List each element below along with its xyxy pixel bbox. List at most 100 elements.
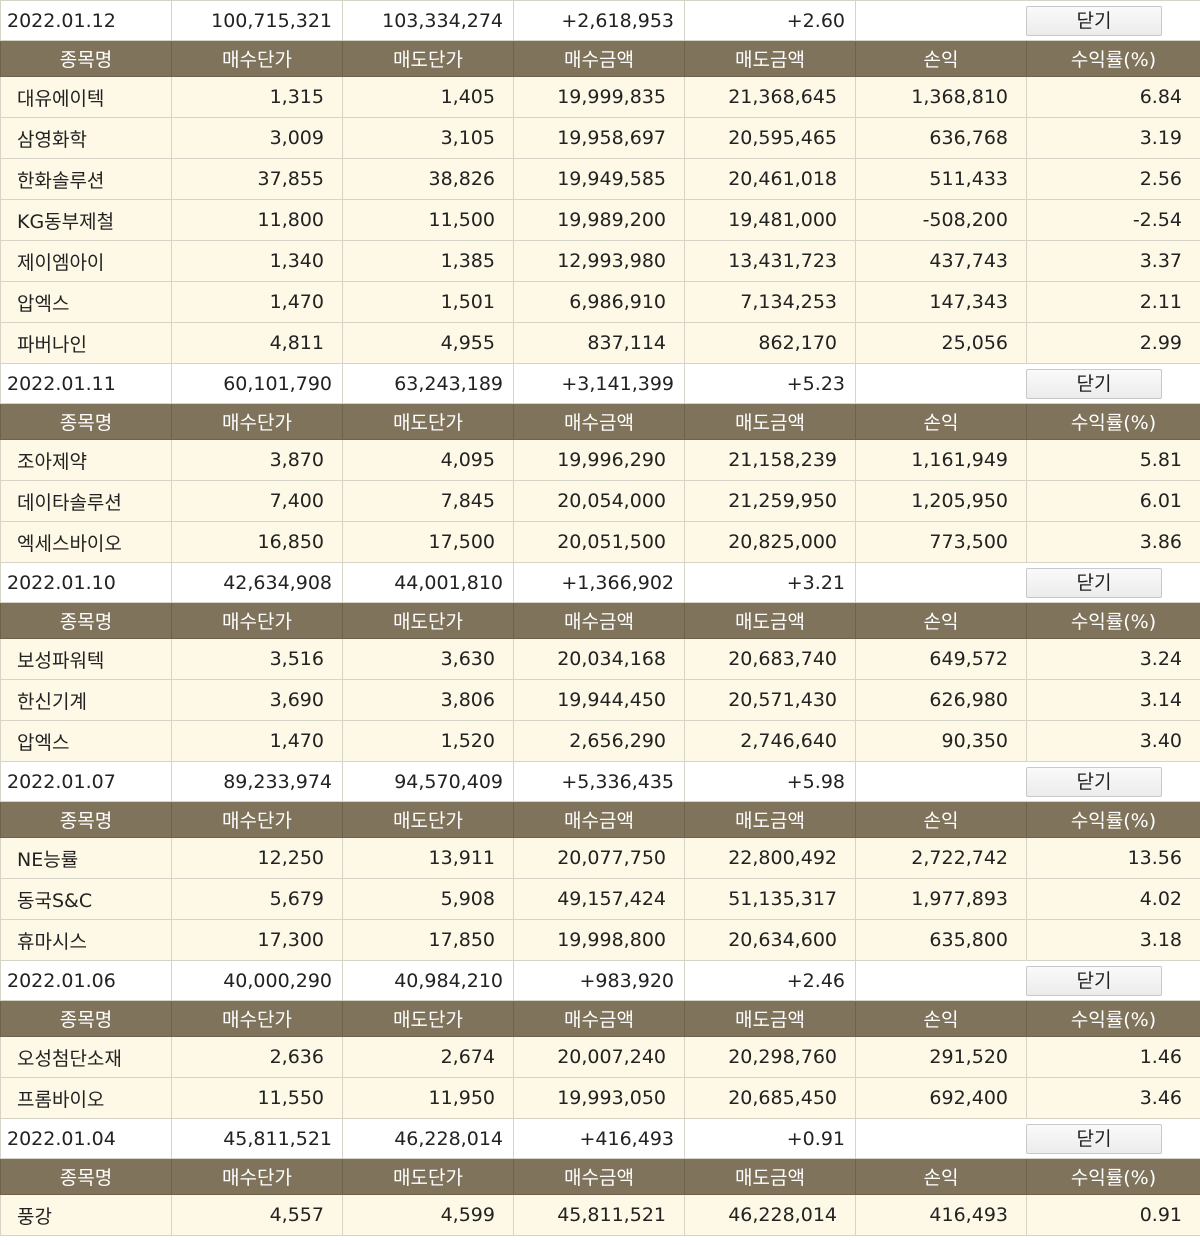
stock-name: 대유에이텍 bbox=[0, 76, 172, 118]
profit-rate: 4.02 bbox=[1026, 878, 1200, 920]
column-header: 매수금액 bbox=[513, 40, 685, 77]
sell-price: 5,908 bbox=[342, 878, 514, 920]
buy-amount: 19,996,290 bbox=[513, 439, 685, 481]
buy-price: 3,009 bbox=[171, 117, 343, 159]
column-header: 매도단가 bbox=[342, 403, 514, 440]
close-button[interactable]: 닫기 bbox=[1026, 965, 1162, 996]
column-header: 매도금액 bbox=[684, 1158, 856, 1195]
profit-loss: 291,520 bbox=[855, 1036, 1027, 1078]
sell-price: 4,955 bbox=[342, 322, 514, 364]
column-header: 손익 bbox=[855, 602, 1027, 639]
stock-name: 엑세스바이오 bbox=[0, 521, 172, 563]
buy-price: 4,811 bbox=[171, 322, 343, 364]
sell-price: 3,630 bbox=[342, 638, 514, 680]
column-header: 매도금액 bbox=[684, 403, 856, 440]
sell-amount: 51,135,317 bbox=[684, 878, 856, 920]
profit-loss: 773,500 bbox=[855, 521, 1027, 563]
sell-amount: 862,170 bbox=[684, 322, 856, 364]
stock-row: 조아제약 3,870 4,095 19,996,290 21,158,239 1,161,… bbox=[0, 439, 1200, 481]
day-summary-row: 2022.01.07 89,233,974 94,570,409 +5,336,435… bbox=[0, 761, 1200, 802]
trade-date: 2022.01.12 bbox=[0, 0, 172, 41]
profit-rate: 3.37 bbox=[1026, 240, 1200, 282]
profit-loss: 1,977,893 bbox=[855, 878, 1027, 920]
column-header: 매수단가 bbox=[171, 1158, 343, 1195]
close-cell: 닫기 bbox=[855, 761, 1200, 802]
sell-amount: 19,481,000 bbox=[684, 199, 856, 241]
column-header-row: 종목명 매수단가 매도단가 매수금액 매도금액 손익 수익률(%) bbox=[0, 801, 1200, 838]
sell-total: 44,001,810 bbox=[342, 562, 514, 603]
stock-name: 삼영화학 bbox=[0, 117, 172, 159]
column-header: 수익률(%) bbox=[1026, 403, 1200, 440]
column-header: 매수단가 bbox=[171, 403, 343, 440]
sell-price: 17,500 bbox=[342, 521, 514, 563]
column-header: 매도금액 bbox=[684, 602, 856, 639]
column-header: 매수금액 bbox=[513, 801, 685, 838]
sell-price: 1,501 bbox=[342, 281, 514, 323]
sell-amount: 20,298,760 bbox=[684, 1036, 856, 1078]
profit-rate: 3.19 bbox=[1026, 117, 1200, 159]
sell-amount: 20,685,450 bbox=[684, 1077, 856, 1119]
column-header: 매도단가 bbox=[342, 40, 514, 77]
buy-amount: 12,993,980 bbox=[513, 240, 685, 282]
buy-amount: 45,811,521 bbox=[513, 1194, 685, 1236]
sell-amount: 20,595,465 bbox=[684, 117, 856, 159]
day-summary-row: 2022.01.12 100,715,321 103,334,274 +2,618,9… bbox=[0, 0, 1200, 41]
buy-amount: 20,007,240 bbox=[513, 1036, 685, 1078]
sell-amount: 2,746,640 bbox=[684, 720, 856, 762]
stock-name: NE능률 bbox=[0, 837, 172, 879]
column-header-row: 종목명 매수단가 매도단가 매수금액 매도금액 손익 수익률(%) bbox=[0, 1000, 1200, 1037]
buy-price: 4,557 bbox=[171, 1194, 343, 1236]
profit-total: +1,366,902 bbox=[513, 562, 685, 603]
close-button[interactable]: 닫기 bbox=[1026, 368, 1162, 399]
column-header: 수익률(%) bbox=[1026, 1158, 1200, 1195]
profit-loss: 416,493 bbox=[855, 1194, 1027, 1236]
buy-total: 45,811,521 bbox=[171, 1118, 343, 1159]
column-header: 매도금액 bbox=[684, 40, 856, 77]
close-button[interactable]: 닫기 bbox=[1026, 5, 1162, 36]
buy-amount: 19,998,800 bbox=[513, 919, 685, 961]
stock-name: 한화솔루션 bbox=[0, 158, 172, 200]
close-button[interactable]: 닫기 bbox=[1026, 766, 1162, 797]
buy-price: 37,855 bbox=[171, 158, 343, 200]
profit-rate: -2.54 bbox=[1026, 199, 1200, 241]
profit-loss: 1,205,950 bbox=[855, 480, 1027, 522]
buy-amount: 6,986,910 bbox=[513, 281, 685, 323]
column-header: 손익 bbox=[855, 1000, 1027, 1037]
profit-rate-total: +3.21 bbox=[684, 562, 856, 603]
profit-rate: 3.18 bbox=[1026, 919, 1200, 961]
stock-row: 엑세스바이오 16,850 17,500 20,051,500 20,825,000 77… bbox=[0, 521, 1200, 563]
profit-rate-total: +5.23 bbox=[684, 363, 856, 404]
column-header: 매도단가 bbox=[342, 1000, 514, 1037]
trade-date: 2022.01.07 bbox=[0, 761, 172, 802]
buy-price: 1,315 bbox=[171, 76, 343, 118]
stock-row: 데이타솔루션 7,400 7,845 20,054,000 21,259,950 1,20… bbox=[0, 480, 1200, 522]
sell-amount: 13,431,723 bbox=[684, 240, 856, 282]
sell-price: 17,850 bbox=[342, 919, 514, 961]
column-header: 매수금액 bbox=[513, 1000, 685, 1037]
buy-total: 40,000,290 bbox=[171, 960, 343, 1001]
sell-amount: 46,228,014 bbox=[684, 1194, 856, 1236]
stock-row: 한화솔루션 37,855 38,826 19,949,585 20,461,018 511… bbox=[0, 158, 1200, 200]
stock-row: 프롬바이오 11,550 11,950 19,993,050 20,685,450 692… bbox=[0, 1077, 1200, 1119]
column-header: 종목명 bbox=[0, 40, 172, 77]
profit-total: +5,336,435 bbox=[513, 761, 685, 802]
profit-rate-total: +2.60 bbox=[684, 0, 856, 41]
buy-price: 3,870 bbox=[171, 439, 343, 481]
close-button[interactable]: 닫기 bbox=[1026, 567, 1162, 598]
sell-price: 4,095 bbox=[342, 439, 514, 481]
sell-price: 11,500 bbox=[342, 199, 514, 241]
sell-amount: 20,683,740 bbox=[684, 638, 856, 680]
profit-loss: 90,350 bbox=[855, 720, 1027, 762]
trade-date: 2022.01.11 bbox=[0, 363, 172, 404]
trade-table: 2022.01.12 100,715,321 103,334,274 +2,618,9… bbox=[0, 0, 1200, 1236]
close-button[interactable]: 닫기 bbox=[1026, 1123, 1162, 1154]
stock-name: 프롬바이오 bbox=[0, 1077, 172, 1119]
buy-amount: 49,157,424 bbox=[513, 878, 685, 920]
column-header: 종목명 bbox=[0, 1158, 172, 1195]
buy-price: 12,250 bbox=[171, 837, 343, 879]
column-header: 종목명 bbox=[0, 602, 172, 639]
column-header-row: 종목명 매수단가 매도단가 매수금액 매도금액 손익 수익률(%) bbox=[0, 403, 1200, 440]
close-cell: 닫기 bbox=[855, 960, 1200, 1001]
sell-total: 46,228,014 bbox=[342, 1118, 514, 1159]
column-header: 손익 bbox=[855, 403, 1027, 440]
